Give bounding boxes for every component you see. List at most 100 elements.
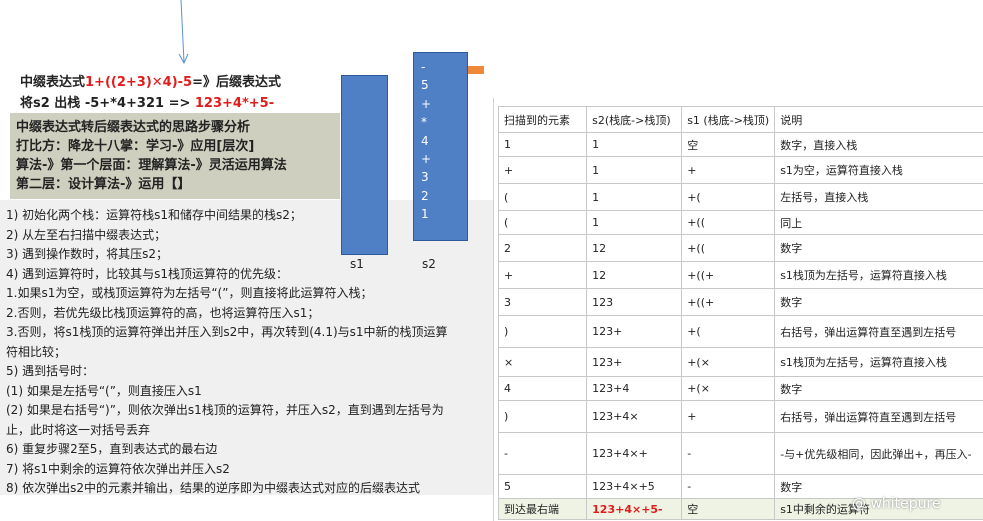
stack-s2-label: s2 [422, 257, 436, 271]
cell-s1: +(( [681, 210, 776, 235]
trace-table-panel: 扫描到的元素 s2(栈底->栈顶) s1 (栈底->栈顶) 说明 1 1 空数字，直… [493, 98, 983, 521]
pointer-arrow-line [180, 0, 185, 63]
heading-line-2: 将s2 出栈 -5+*4+321 => 123+4*+5- [20, 92, 274, 111]
cell-s2: 12 [586, 261, 683, 289]
table-row: × 123+ +(× s1栈顶为左括号，运算符直接入栈 [497, 347, 983, 377]
cell-note: 数字，直接入栈 [774, 132, 983, 157]
cell-s1: + [681, 400, 776, 433]
cell-s1: 空 [681, 498, 776, 520]
stack-item: 2 [421, 188, 429, 203]
stack-s2-items: - 5 + * 4 + 3 2 1 [421, 58, 441, 224]
heading-result: 123+4*+5- [194, 96, 275, 111]
cell-s2: 1 [586, 210, 683, 235]
cell-s1: +( [681, 315, 776, 348]
cell-s1: 空 [681, 132, 776, 157]
stack-item: * [421, 115, 427, 130]
col-header-element: 扫描到的元素 [497, 106, 588, 133]
step-line: 2.否则，若优先级比栈顶运算符的高，也将运算符压入s1； [6, 305, 320, 320]
cell-note: s1为空，运算符直接入栈 [774, 156, 983, 184]
cell-element: 1 [497, 132, 588, 157]
cell-element: 5 [497, 474, 588, 499]
cell-s1: +((+ [681, 261, 776, 289]
col-header-s2: s2(栈底->栈顶) [586, 106, 683, 133]
table-row: 5 123+4×+5- 数字 [497, 474, 983, 499]
cell-note: s1栈顶为左括号，运算符直接入栈 [774, 347, 983, 377]
step-line: 6) 重复步骤2至5，直到表达式的最右边 [6, 442, 218, 456]
cell-note: -与+优先级相同，因此弹出+，再压入- [774, 432, 983, 475]
stack-item: 3 [421, 170, 429, 185]
cell-s1: - [681, 474, 776, 499]
cell-element: ( [497, 183, 588, 211]
stack-item: - [421, 60, 426, 74]
table-row: 4 123+4 +(× 数字 [497, 376, 983, 401]
pointer-arrow-head [178, 53, 189, 65]
table-header-row: 扫描到的元素 s2(栈底->栈顶) s1 (栈底->栈顶) 说明 [497, 106, 983, 133]
cell-s1: - [681, 432, 776, 475]
watermark: @ whitepure [852, 496, 941, 512]
cell-element: - [497, 432, 588, 475]
step-line: 4) 遇到运算符时，比较其与s1栈顶运算符的优先级： [6, 266, 289, 281]
cell-s2: 1 [586, 132, 683, 157]
stack-item: 5 [421, 78, 429, 93]
cell-s2: 123+4×+ [586, 432, 683, 475]
table-row: ) 123+ +(右括号，弹出运算符直至遇到左括号 [497, 315, 983, 348]
col-header-s1: s1 (栈底->栈顶) [681, 106, 776, 133]
step-line: 止，此时将这一对括号丢弃 [6, 422, 151, 437]
stack-s1 [341, 75, 388, 255]
step-line: 1.如果s1为空，或栈顶运算符为左括号“(”，则直接将此运算符入栈； [6, 286, 373, 300]
step-line: 7) 将s1中剩余的运算符依次弹出并压入s2 [6, 461, 230, 476]
trace-table: 扫描到的元素 s2(栈底->栈顶) s1 (栈底->栈顶) 说明 1 1 空数字，直… [497, 106, 983, 520]
heading-line-1: 中缀表达式1+((2+3)✕4)-5=》后缀表达式 [20, 71, 281, 90]
cell-note: 右括号，弹出运算符直至遇到左括号 [774, 400, 983, 433]
stack-s1-label: s1 [350, 257, 364, 271]
cell-s2: 123+ [586, 315, 683, 348]
cell-note: 同上 [774, 210, 983, 235]
summary-line: 第二层：设计算法-》运用【】 [16, 177, 191, 192]
table-row: +12 +((+ s1栈顶为左括号，运算符直接入栈 [497, 261, 983, 289]
summary-line: 中缀表达式转后缀表达式的思路步骤分析 [16, 120, 251, 135]
cell-s1: +(( [681, 234, 776, 262]
heading-prefix: 中缀表达式 [20, 75, 86, 90]
summary-line: 算法-》第一个层面：理解算法-》灵活运用算法 [16, 158, 287, 173]
heading-expression: 1+((2+3)✕4)-5 [85, 75, 193, 90]
stack-item: + [421, 152, 432, 167]
step-line: (1) 如果是左括号“(”，则直接压入s1 [6, 383, 202, 398]
cell-s1: +(× [681, 376, 776, 401]
cell-s2: 123+4×+5- [586, 498, 683, 520]
cell-note: 数字 [774, 376, 983, 401]
table-row: 1 1 空数字，直接入栈 [497, 132, 983, 157]
cell-s2: 123+ [586, 347, 683, 377]
cell-element: ) [497, 315, 588, 348]
table-row: (1 +((同上 [497, 210, 983, 235]
cell-note: 数字 [774, 234, 983, 262]
cell-element: 3 [497, 288, 588, 316]
cell-s2: 123 [586, 288, 683, 316]
summary-box: 中缀表达式转后缀表达式的思路步骤分析 打比方：降龙十八掌：学习-》应用[层次] … [10, 113, 340, 199]
cell-element: × [497, 347, 588, 377]
cell-element: + [497, 261, 588, 289]
cell-s2: 123+4× [586, 400, 683, 433]
heading-pop-text: 将s2 出栈 -5+*4+321 => [20, 96, 191, 111]
cell-note: 数字 [774, 474, 983, 499]
cell-s2: 123+4×+5 [586, 474, 683, 499]
table-row: 2 12 +((数字 [497, 234, 983, 262]
cell-note: s1栈顶为左括号，运算符直接入栈 [774, 261, 983, 289]
col-header-note: 说明 [774, 106, 983, 133]
table-body: 1 1 空数字，直接入栈 +1 + s1为空，运算符直接入栈(1 +(左括号，直接入栈(1 +… [497, 132, 983, 520]
cell-element: 4 [497, 376, 588, 401]
table-row: ) 123+4× + 右括号，弹出运算符直至遇到左括号 [497, 400, 983, 433]
cell-element: 到达最右端 [497, 498, 588, 520]
cell-s2: 12 [586, 234, 683, 262]
step-line: 3.否则，将s1栈顶的运算符弹出并压入到s2中，再次转到(4.1)与s1中新的栈… [6, 325, 448, 339]
step-line: 8) 依次弹出s2中的元素并输出，结果的逆序即为中缀表达式对应的后缀表达式 [6, 481, 421, 495]
cell-note: 数字 [774, 288, 983, 316]
step-line: 符相比较； [6, 344, 67, 359]
table-row: -123+4×+ - -与+优先级相同，因此弹出+，再压入- [497, 432, 983, 475]
cell-note: 左括号，直接入栈 [774, 183, 983, 211]
cell-note: 右括号，弹出运算符直至遇到左括号 [774, 315, 983, 348]
cell-s2: 1 [586, 156, 683, 184]
cell-s2: 123+4 [586, 376, 683, 401]
table-row: 3 123 +((+ 数字 [497, 288, 983, 316]
table-row: +1 + s1为空，运算符直接入栈 [497, 156, 983, 184]
stack-item: 4 [421, 133, 429, 148]
